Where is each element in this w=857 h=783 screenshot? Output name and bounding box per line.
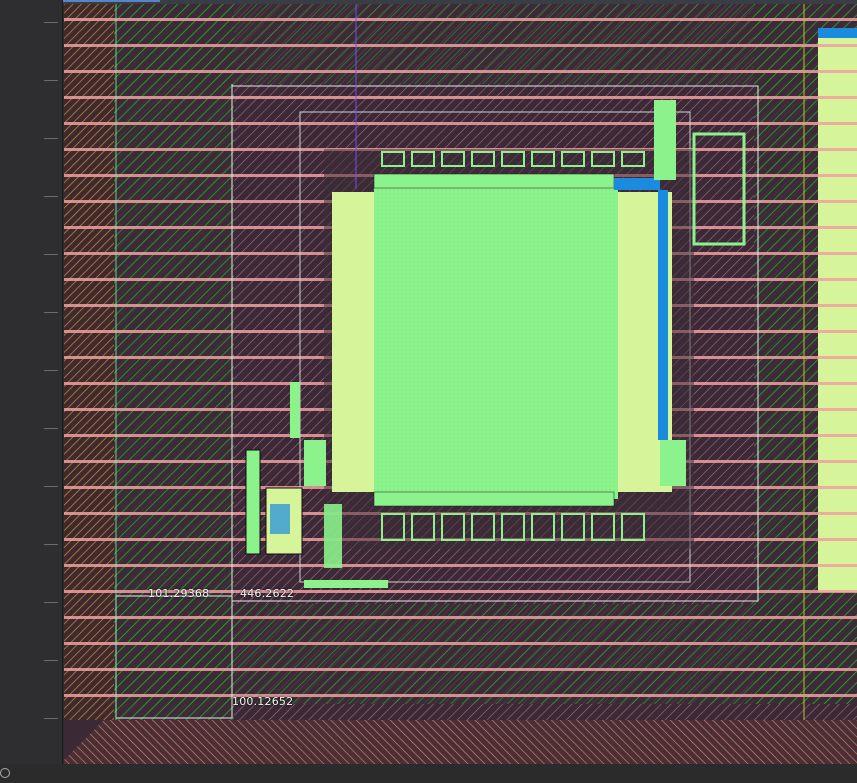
bottom-hatch-band [64, 720, 857, 764]
device-right-top [654, 100, 676, 180]
active-bottom-band [373, 491, 615, 507]
active-area [374, 184, 618, 499]
metal-rail [64, 694, 857, 697]
device-small-a [290, 382, 300, 438]
device-lower-center [324, 504, 342, 568]
active-top-band [373, 173, 615, 189]
corner-marker-icon[interactable] [0, 768, 10, 778]
right-blue-strip [818, 28, 857, 38]
layout-canvas[interactable] [64, 4, 857, 764]
metal-rail [64, 616, 857, 619]
blue-via-right [658, 190, 668, 440]
coord-label-top-right: 446.2622 [240, 587, 295, 600]
device-right-bottom [660, 440, 686, 486]
ruler-tick [44, 718, 58, 719]
ruler-tick [44, 196, 58, 197]
metal-rail [64, 96, 857, 99]
metal-rail [64, 122, 857, 125]
right-pale-block [818, 32, 857, 592]
ruler-tick [44, 312, 58, 313]
device-left-column [245, 449, 261, 555]
device-left-via [270, 504, 290, 534]
ruler-tick [44, 602, 58, 603]
ruler-tick [44, 428, 58, 429]
status-strip [0, 764, 857, 783]
vertical-ruler[interactable] [0, 0, 63, 783]
layout-drawing[interactable] [64, 4, 857, 764]
coord-label-bottom: 100.12652 [232, 695, 294, 708]
metal-rail [64, 70, 857, 73]
ruler-tick [44, 254, 58, 255]
ruler-tick [44, 370, 58, 371]
coord-label-top-left: 101.29368 [148, 587, 210, 600]
ruler-tick [44, 80, 58, 81]
metal-rail [64, 642, 857, 645]
bottom-strip-device [304, 580, 388, 588]
device-small-b [304, 440, 326, 486]
metal-rail [64, 564, 857, 567]
ruler-tick [44, 138, 58, 139]
ruler-tick [44, 544, 58, 545]
metal-rail [64, 18, 857, 21]
blue-via-top [614, 178, 660, 190]
ruler-tick [44, 660, 58, 661]
metal-rail [64, 668, 857, 671]
ruler-tick [44, 22, 58, 23]
metal-rail [64, 44, 857, 47]
ruler-tick [44, 486, 58, 487]
